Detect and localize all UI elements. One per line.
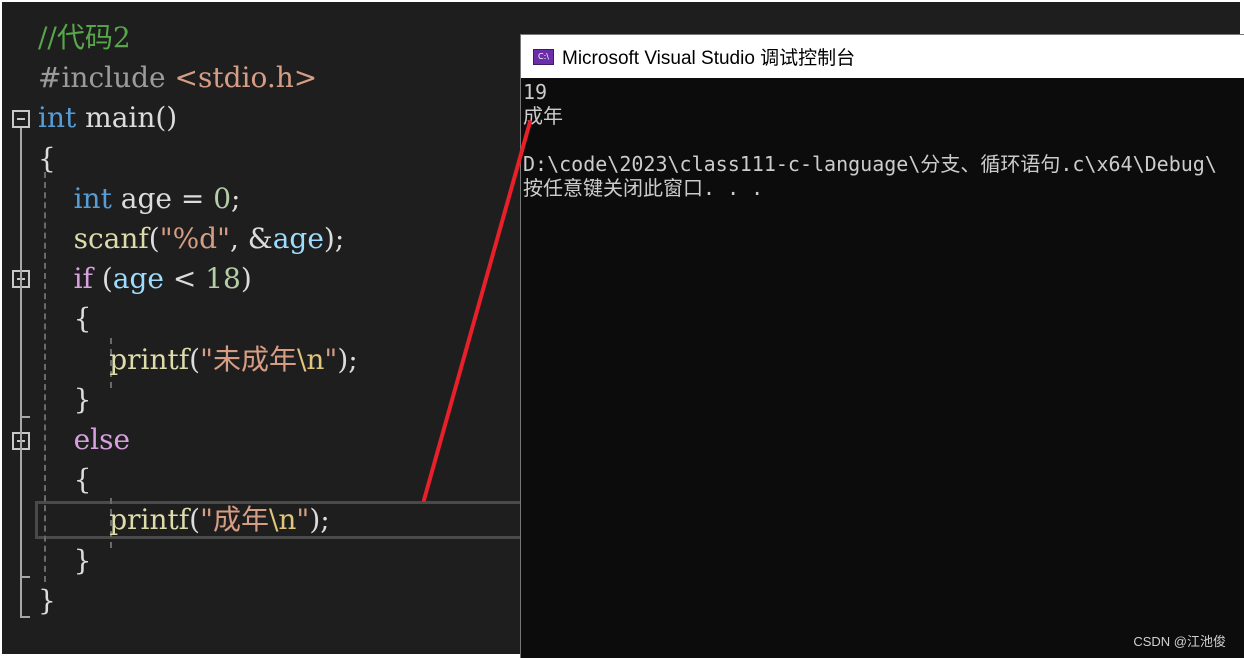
code-token: ) <box>240 262 252 296</box>
code-token: age = <box>111 181 214 215</box>
code-line[interactable]: printf("未成年\n"); <box>38 340 358 380</box>
code-line[interactable]: } <box>38 380 92 420</box>
code-token: ( <box>189 503 201 537</box>
code-line[interactable]: else <box>38 420 130 460</box>
code-token: printf <box>38 503 190 537</box>
code-token: , & <box>229 222 273 255</box>
code-line[interactable]: if (age < 18) <box>38 259 252 299</box>
code-token: printf <box>38 342 190 376</box>
code-token: 18 <box>205 262 241 296</box>
code-token: ); <box>337 342 358 376</box>
code-token: scanf <box>38 222 149 255</box>
code-token: else <box>38 423 131 456</box>
code-line[interactable]: { <box>38 299 92 339</box>
code-token: int <box>38 181 112 215</box>
code-token: 0 <box>213 181 232 215</box>
code-token: "成年 <box>200 503 269 537</box>
code-line[interactable]: } <box>38 581 56 621</box>
code-token: ); <box>323 222 345 255</box>
collapse-main-icon[interactable] <box>12 110 30 128</box>
fold-line-main <box>20 128 22 618</box>
console-output-line: 19 <box>523 80 548 104</box>
code-line[interactable]: scanf("%d", &age); <box>38 219 345 259</box>
code-token: } <box>38 543 92 577</box>
code-token: { <box>38 141 56 175</box>
code-token: <stdio.h> <box>174 61 318 95</box>
code-line[interactable]: printf("成年\n"); <box>38 500 330 540</box>
code-line[interactable]: #include <stdio.h> <box>38 58 317 98</box>
code-line[interactable]: //代码2 <box>38 18 131 58</box>
code-line[interactable]: int age = 0; <box>38 179 241 219</box>
code-token: ; <box>231 181 241 215</box>
code-token: "%d" <box>159 222 230 255</box>
code-token: { <box>38 302 92 336</box>
code-token: } <box>38 583 56 617</box>
code-token: int <box>38 101 77 135</box>
code-line[interactable]: int main() <box>38 98 177 138</box>
code-line[interactable]: { <box>38 139 56 179</box>
code-token: age <box>112 262 164 296</box>
code-token: main() <box>76 101 178 135</box>
console-titlebar[interactable]: C:\ Microsoft Visual Studio 调试控制台 <box>521 35 1244 78</box>
console-output-line: 按任意键关闭此窗口. . . <box>523 176 764 200</box>
code-token: ( <box>189 342 201 376</box>
code-token: #include <box>38 61 175 95</box>
code-token: \n <box>296 342 325 376</box>
console-output-line: 成年 <box>523 104 563 128</box>
code-token: " <box>296 503 310 537</box>
code-token: "未成年 <box>200 342 297 376</box>
watermark: CSDN @江池俊 <box>1133 634 1226 649</box>
code-token: < <box>163 262 206 296</box>
code-token: " <box>324 342 338 376</box>
code-line[interactable]: } <box>38 541 92 581</box>
code-token: } <box>38 382 92 416</box>
console-output-line: D:\code\2023\class111-c-language\分支、循环语句… <box>523 152 1217 176</box>
debug-console-window[interactable]: C:\ Microsoft Visual Studio 调试控制台 19 成年 D:… <box>520 34 1244 658</box>
code-token: //代码2 <box>38 21 131 54</box>
code-token: { <box>38 463 92 497</box>
console-title: Microsoft Visual Studio 调试控制台 <box>562 48 856 69</box>
code-token: ); <box>309 503 330 537</box>
code-token: if <box>38 262 93 296</box>
console-app-icon: C:\ <box>533 48 554 65</box>
fold-end-if <box>20 416 30 418</box>
code-token: ( <box>92 262 113 296</box>
code-token: \n <box>268 503 297 537</box>
fold-end-else <box>20 576 30 578</box>
code-token: ( <box>148 222 160 255</box>
code-token: age <box>272 222 324 255</box>
fold-end-main <box>20 616 30 618</box>
code-line[interactable]: { <box>38 460 92 500</box>
